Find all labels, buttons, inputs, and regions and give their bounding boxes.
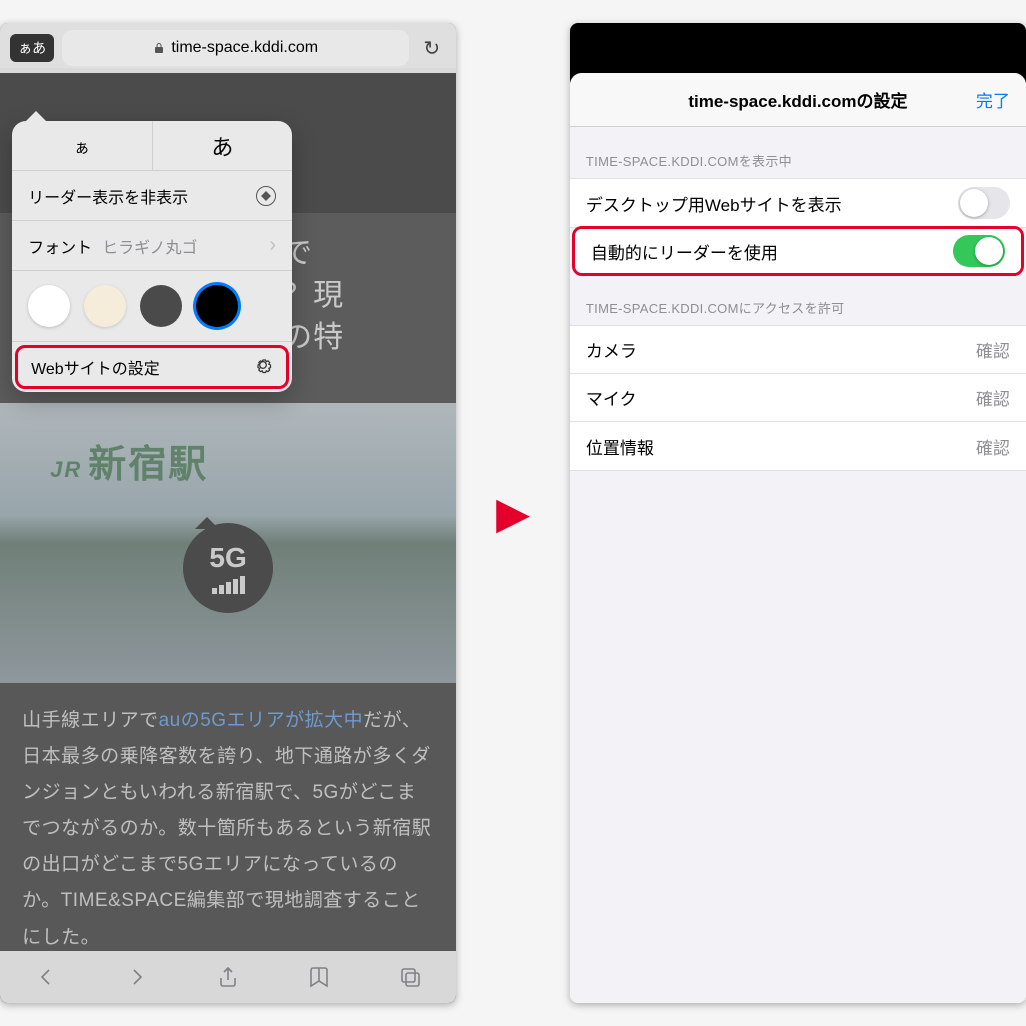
location-row[interactable]: 位置情報 確認	[570, 422, 1026, 470]
phone-right: time-space.kddi.comの設定 完了 TIME-SPACE.KDD…	[570, 23, 1026, 1003]
reload-button[interactable]: ↻	[417, 36, 446, 61]
theme-white[interactable]	[28, 285, 70, 327]
arrow-right-icon: ▶	[496, 488, 530, 539]
gear-icon	[253, 355, 273, 380]
font-row[interactable]: フォント ヒラギノ丸ゴ ›	[12, 221, 292, 271]
lock-icon	[153, 42, 165, 54]
reader-popover: ぁ あ リーダー表示を非表示 フォント ヒラギノ丸ゴ › Webサイトの設定	[12, 121, 292, 392]
url-bar: ぁあ time-space.kddi.com ↻	[0, 23, 456, 73]
color-theme-row	[12, 271, 292, 342]
section-header-access: TIME-SPACE.KDDI.COMにアクセスを許可	[570, 274, 1026, 325]
chevron-right-icon: ›	[269, 234, 276, 257]
article-link[interactable]: auの5Gエリアが拡大中	[159, 710, 363, 731]
settings-sheet: time-space.kddi.comの設定 完了 TIME-SPACE.KDD…	[570, 73, 1026, 1003]
url-text: time-space.kddi.com	[171, 39, 318, 57]
auto-reader-row[interactable]: 自動的にリーダーを使用	[575, 229, 1021, 273]
desktop-site-toggle[interactable]	[958, 187, 1010, 219]
bookmarks-icon[interactable]	[307, 965, 331, 989]
article-image: JR新宿駅 5G	[0, 403, 456, 683]
theme-sepia[interactable]	[84, 285, 126, 327]
font-size-decrease[interactable]: ぁ	[12, 121, 153, 170]
sheet-title: time-space.kddi.comの設定	[688, 87, 907, 112]
bottom-toolbar	[0, 951, 456, 1003]
mic-row[interactable]: マイク 確認	[570, 374, 1026, 422]
compass-icon	[256, 186, 276, 206]
font-size-increase[interactable]: あ	[153, 121, 293, 170]
5g-badge: 5G	[183, 523, 273, 613]
forward-icon[interactable]	[125, 965, 149, 989]
section-header-display: TIME-SPACE.KDDI.COMを表示中	[570, 127, 1026, 178]
station-sign: JR新宿駅	[50, 433, 208, 488]
theme-gray[interactable]	[140, 285, 182, 327]
font-size-row: ぁ あ	[12, 121, 292, 171]
sheet-header: time-space.kddi.comの設定 完了	[570, 73, 1026, 127]
theme-black-selected[interactable]	[196, 285, 238, 327]
website-settings-row[interactable]: Webサイトの設定	[15, 345, 289, 389]
auto-reader-toggle[interactable]	[953, 235, 1005, 267]
aa-button[interactable]: ぁあ	[10, 34, 54, 62]
hide-reader-row[interactable]: リーダー表示を非表示	[12, 171, 292, 221]
camera-row[interactable]: カメラ 確認	[570, 326, 1026, 374]
highlight-auto-reader: 自動的にリーダーを使用	[572, 226, 1024, 276]
url-field[interactable]: time-space.kddi.com	[62, 30, 409, 66]
back-icon[interactable]	[34, 965, 58, 989]
tabs-icon[interactable]	[398, 965, 422, 989]
desktop-site-row[interactable]: デスクトップ用Webサイトを表示	[570, 179, 1026, 227]
share-icon[interactable]	[216, 965, 240, 989]
done-button[interactable]: 完了	[976, 87, 1010, 112]
phone-left: か所で のか？現 電波の特 JR新宿駅 5G 山手線エリアでauの5Gエリアが拡…	[0, 23, 456, 1003]
